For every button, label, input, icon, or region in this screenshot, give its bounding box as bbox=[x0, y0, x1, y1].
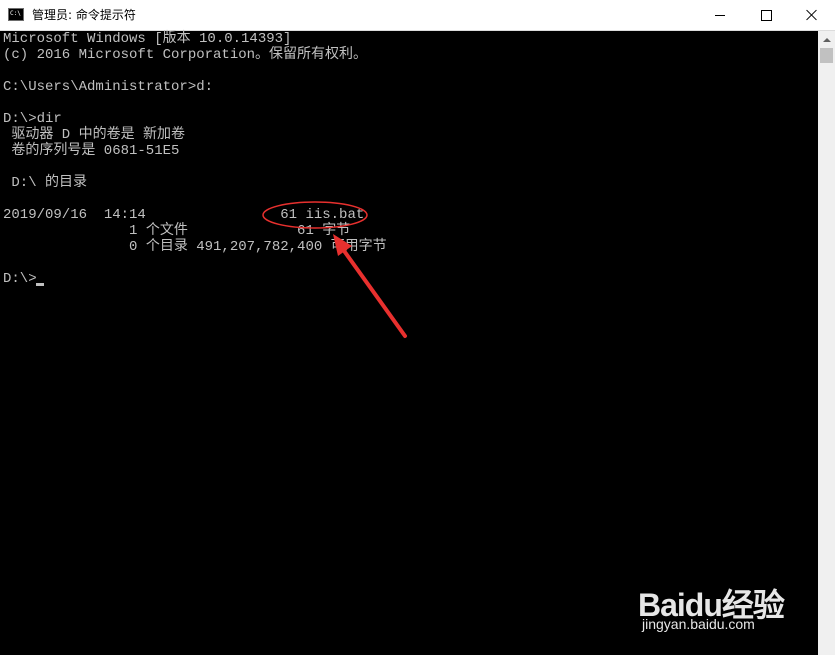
cmd-icon: C:\ bbox=[8, 8, 24, 21]
scroll-thumb[interactable] bbox=[820, 48, 833, 63]
console-line: 卷的序列号是 0681-51E5 bbox=[3, 143, 180, 159]
close-icon bbox=[806, 9, 818, 21]
minimize-icon bbox=[715, 14, 725, 16]
text-cursor bbox=[36, 283, 44, 286]
minimize-button[interactable] bbox=[697, 0, 743, 30]
close-button[interactable] bbox=[789, 0, 835, 30]
console-line: 驱动器 D 中的卷是 新加卷 bbox=[3, 127, 186, 143]
baidu-jingyan-watermark: Baidu经验 jingyan.baidu.com bbox=[638, 562, 803, 642]
console-line: 0 个目录 491,207,782,400 可用字节 bbox=[3, 239, 387, 255]
title-bar[interactable]: C:\ 管理员: 命令提示符 bbox=[0, 0, 835, 31]
console-line: D:\>dir bbox=[3, 111, 62, 127]
console-line: D:\ 的目录 bbox=[3, 175, 88, 191]
console-line: 2019/09/16 14:14 61 iis.bat bbox=[3, 207, 365, 223]
watermark-url: jingyan.baidu.com bbox=[642, 616, 755, 632]
command-prompt-window: C:\ 管理员: 命令提示符 Microsoft Windows [版本 10.… bbox=[0, 0, 835, 655]
maximize-button[interactable] bbox=[743, 0, 789, 30]
console-line: Microsoft Windows [版本 10.0.14393] bbox=[3, 31, 292, 47]
window-title: 管理员: 命令提示符 bbox=[32, 8, 136, 22]
arrow-up-icon bbox=[822, 37, 831, 42]
vertical-scrollbar[interactable] bbox=[818, 31, 835, 655]
console-line: 1 个文件 61 字节 bbox=[3, 223, 351, 239]
maximize-icon bbox=[760, 9, 772, 21]
console-prompt: D:\> bbox=[3, 271, 37, 287]
console-line: C:\Users\Administrator>d: bbox=[3, 79, 214, 95]
console-line: (c) 2016 Microsoft Corporation。保留所有权利。 bbox=[3, 47, 368, 63]
scroll-up-button[interactable] bbox=[818, 31, 835, 48]
